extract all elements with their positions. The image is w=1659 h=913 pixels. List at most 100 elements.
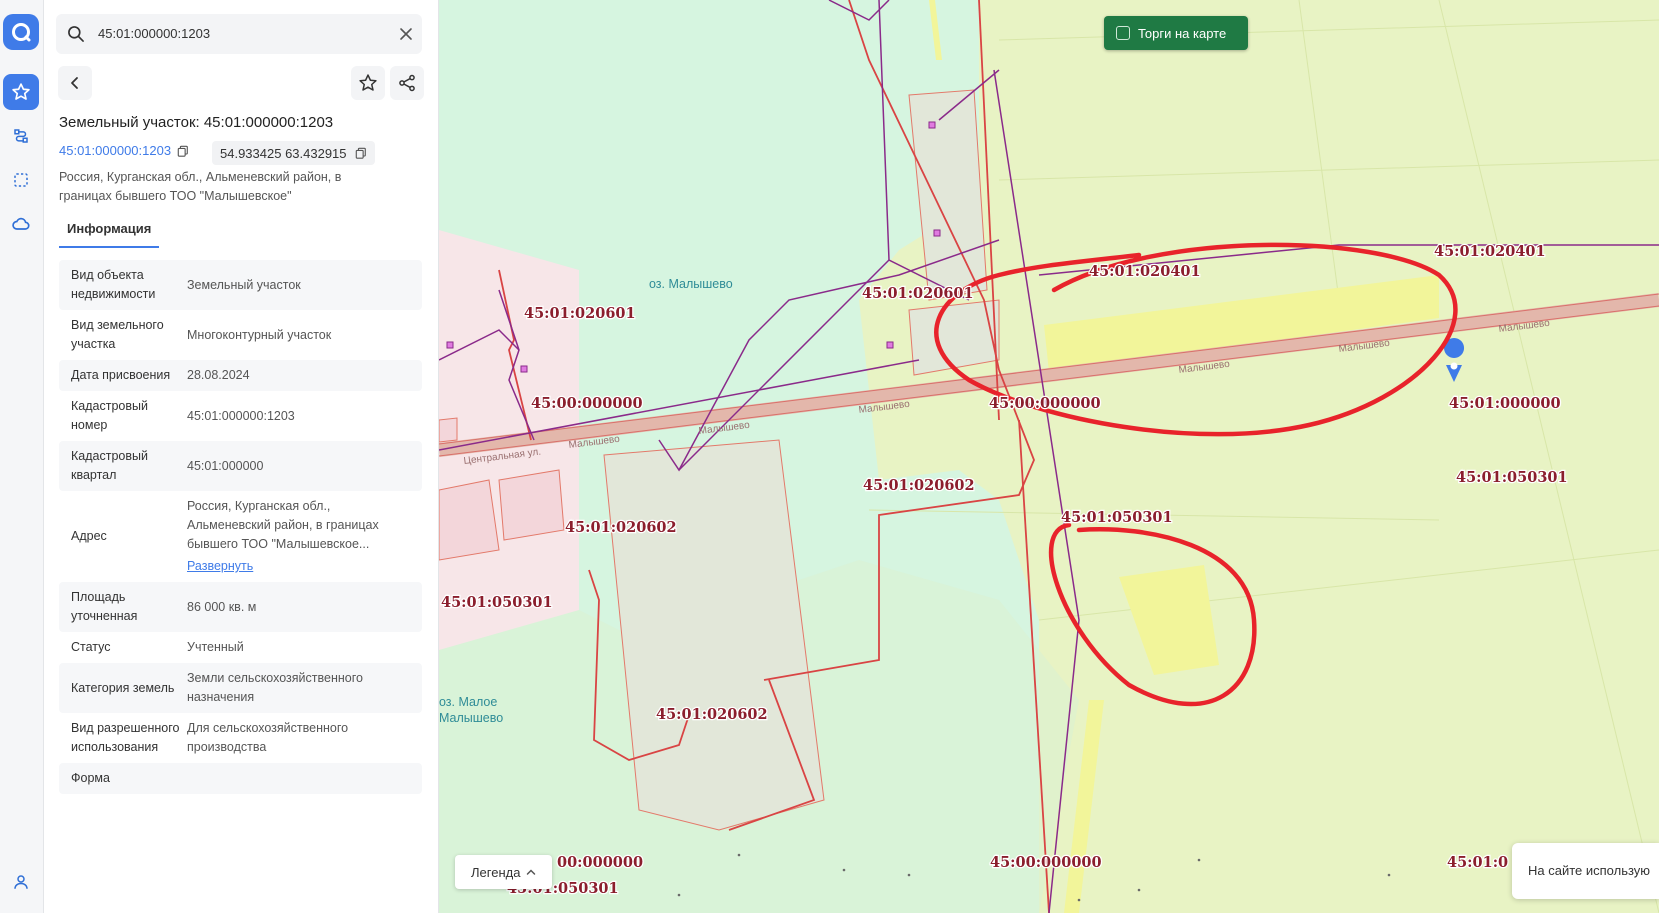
auctions-checkbox[interactable]	[1116, 26, 1130, 40]
info-row-key: Вид земельного участка	[71, 318, 164, 351]
share-button[interactable]	[390, 66, 424, 100]
chevron-left-icon	[71, 77, 78, 89]
expand-address-link[interactable]: Развернуть	[187, 557, 410, 576]
info-row-key: Дата присвоения	[71, 368, 171, 382]
info-row-key: Категория земель	[71, 680, 175, 695]
info-row-value: 45:01:000000	[187, 457, 263, 476]
info-row-value-text: Для сельскохозяйственного производства	[187, 721, 349, 754]
info-row-value-text: 45:01:000000	[187, 458, 264, 473]
info-row-key: Статус	[71, 640, 111, 654]
tabs: Информация	[59, 218, 160, 248]
info-row-value: Земельный участок	[187, 276, 301, 295]
cadastral-label: 45:01:020401	[1089, 263, 1201, 280]
info-row: Площадь уточненная 86 000 кв. м	[59, 582, 422, 632]
cadastral-label: 45:01:050301	[1061, 509, 1173, 526]
search-icon	[66, 24, 86, 49]
info-row-value: 28.08.2024	[187, 366, 250, 385]
tab-info[interactable]: Информация	[59, 218, 160, 248]
clear-search-icon[interactable]	[398, 26, 414, 42]
info-row-value-text: Многоконтурный участок	[187, 327, 332, 342]
cadastral-label: 00:000000	[557, 854, 643, 871]
info-row: Вид разрешенного использования Для сельск…	[59, 713, 422, 763]
info-row-value: Учтенный	[187, 638, 244, 657]
cadastral-label: 45:01:020601	[862, 285, 974, 302]
map-canvas[interactable]: оз. Малышево оз. Малое Малышево Малышево…	[439, 0, 1659, 913]
info-row-value-text: 45:01:000000:1203	[187, 408, 295, 423]
info-row: Кадастровый квартал 45:01:000000	[59, 441, 422, 491]
info-panel: 45:01:000000:1203 Земельный участок: 45:…	[44, 0, 439, 913]
info-row-value: Для сельскохозяйственного производства	[187, 719, 410, 757]
info-row: Категория земель Земли сельскохозяйственн…	[59, 663, 422, 713]
map-view[interactable]: оз. Малышево оз. Малое Малышево Малышево…	[439, 0, 1659, 913]
address-summary: Россия, Курганская обл., Альменевский ра…	[59, 170, 342, 203]
cadastral-label: 45:00:000000	[989, 395, 1101, 412]
cadastral-label: 45:01:050301	[441, 594, 553, 611]
lake-label: Малышево	[439, 711, 503, 725]
search-bar[interactable]: 45:01:000000:1203	[56, 14, 422, 54]
info-row-value-text: Земельный участок	[187, 277, 301, 292]
cookie-text: На сайте использую	[1528, 863, 1651, 878]
user-icon[interactable]	[3, 864, 39, 900]
selection-icon[interactable]	[3, 162, 39, 198]
cad-number-text[interactable]: 45:01:000000:1203	[59, 143, 171, 158]
cadastral-label: 45:01:020602	[863, 477, 975, 494]
info-table: Вид объекта недвижимости Земельный участо…	[59, 260, 422, 794]
cadastral-label: 45:01:020401	[1434, 243, 1546, 260]
info-row: Статус Учтенный	[59, 632, 422, 663]
info-row-value: Земли сельскохозяйственного назначения	[187, 669, 410, 707]
info-row-key: Адрес	[71, 529, 107, 543]
info-row-value-text: 28.08.2024	[187, 368, 250, 382]
coords-chip[interactable]: 54.933425 63.432915	[212, 141, 375, 165]
share-icon	[399, 74, 415, 92]
info-row: Дата присвоения 28.08.2024	[59, 360, 422, 391]
cadastral-label: 45:00:000000	[531, 395, 643, 412]
copy-icon[interactable]	[355, 147, 367, 159]
info-row-value-text: Россия, Курганская обл., Альменевский ра…	[187, 499, 379, 551]
info-row-value: Россия, Курганская обл., Альменевский ра…	[187, 497, 410, 576]
info-row-key: Кадастровый квартал	[71, 449, 148, 482]
info-row-key: Площадь уточненная	[71, 590, 138, 623]
info-row-value: 45:01:000000:1203	[187, 407, 295, 426]
cookie-notice: На сайте использую	[1512, 843, 1659, 899]
favorite-button[interactable]	[351, 66, 385, 100]
info-row-value-text: Земли сельскохозяйственного назначения	[187, 671, 363, 704]
info-row-value: 86 000 кв. м	[187, 598, 256, 617]
legend-label: Легенда	[471, 864, 521, 880]
info-row-key: Форма	[71, 771, 110, 785]
legend-button[interactable]: Легенда	[455, 855, 553, 889]
cadastral-label: 45:01:000000	[1449, 395, 1561, 412]
info-row-key: Вид объекта недвижимости	[71, 268, 156, 301]
object-title: Земельный участок: 45:01:000000:1203	[59, 114, 334, 131]
info-row-value-text: Учтенный	[187, 640, 244, 654]
lake-label: оз. Малышево	[649, 277, 733, 291]
info-row: Форма	[59, 763, 422, 794]
cadastral-label: 45:01:020601	[524, 305, 636, 322]
cadastral-label: 45:01:0	[1447, 854, 1508, 871]
info-row-value-text: 86 000 кв. м	[187, 599, 257, 614]
cadastral-label: 45:01:050301	[1456, 469, 1568, 486]
back-button[interactable]	[58, 66, 92, 100]
cadastral-label: 45:00:000000	[990, 854, 1102, 871]
info-row-key: Кадастровый номер	[71, 399, 148, 432]
cad-number-link[interactable]: 45:01:000000:1203	[59, 143, 189, 158]
search-input[interactable]: 45:01:000000:1203	[98, 26, 210, 41]
lake-label: оз. Малое	[439, 695, 497, 709]
star-icon	[359, 74, 377, 91]
info-row: Вид земельного участка Многоконтурный уча…	[59, 310, 422, 360]
info-row: Кадастровый номер 45:01:000000:1203	[59, 391, 422, 441]
coords-text: 54.933425 63.432915	[220, 145, 347, 161]
cadastral-label: 45:01:020602	[656, 706, 768, 723]
info-row-key: Вид разрешенного использования	[71, 721, 180, 754]
logo-icon[interactable]	[3, 14, 39, 50]
route-icon[interactable]	[3, 118, 39, 154]
chevron-up-icon	[527, 869, 536, 875]
left-rail	[0, 0, 44, 913]
favorites-star-icon[interactable]	[3, 74, 39, 110]
info-row: Адрес Россия, Курганская обл., Альменевск…	[59, 491, 422, 582]
cloud-icon[interactable]	[3, 206, 39, 242]
copy-icon[interactable]	[177, 145, 189, 157]
app-root: 45:01:000000:1203 Земельный участок: 45:…	[0, 0, 1659, 913]
cadastral-label: 45:01:020602	[565, 519, 677, 536]
info-row: Вид объекта недвижимости Земельный участо…	[59, 260, 422, 310]
auctions-toggle[interactable]: Торги на карте	[1104, 16, 1248, 50]
